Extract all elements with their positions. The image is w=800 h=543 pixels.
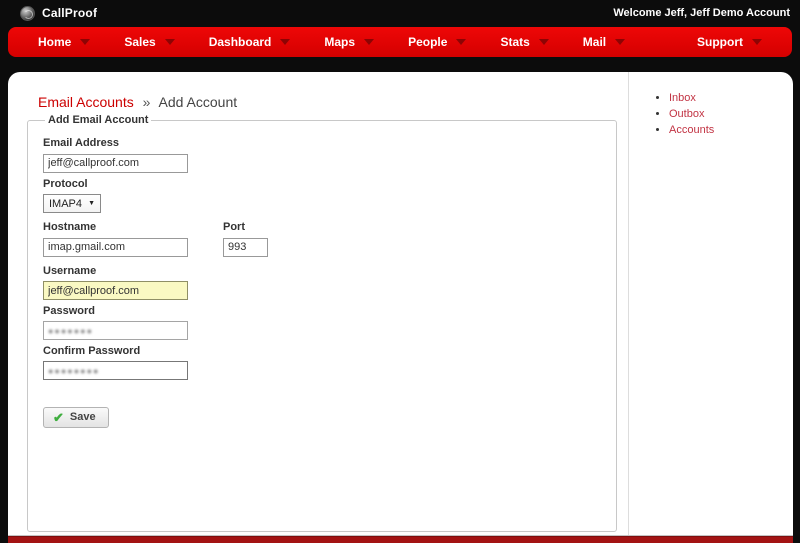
nav-item-mail[interactable]: Mail (582, 35, 626, 49)
welcome-user-text: Welcome Jeff, Jeff Demo Account (613, 7, 790, 19)
nav-item-label: Maps (324, 35, 356, 49)
breadcrumb: Email Accounts » Add Account (38, 94, 628, 110)
chevron-down-icon (538, 39, 549, 45)
protocol-field-group: Protocol IMAP4 ▼ (43, 177, 601, 213)
nav-item-label: Stats (500, 35, 530, 49)
list-item: Accounts (669, 124, 793, 136)
breadcrumb-separator: » (142, 94, 151, 110)
form-legend: Add Email Account (48, 114, 149, 126)
confirm-password-field-group: Confirm Password ●●●●●●●● (43, 345, 601, 380)
username-label: Username (43, 264, 97, 277)
password-field-group: Password ●●●●●●● (43, 305, 601, 340)
sidebar-link-list: Inbox Outbox Accounts (651, 92, 793, 136)
footer-red-bar (8, 536, 793, 543)
callproof-logo-icon (20, 5, 35, 21)
chevron-down-icon (364, 39, 375, 45)
port-field-group: Port (223, 218, 268, 257)
username-input[interactable] (43, 281, 188, 300)
protocol-label: Protocol (43, 177, 88, 190)
email-address-label: Email Address (43, 137, 120, 149)
nav-item-people[interactable]: People (408, 35, 467, 49)
chevron-down-icon (615, 39, 626, 45)
mail-sidebar: Inbox Outbox Accounts (629, 72, 793, 535)
protocol-selected-value: IMAP4 (49, 197, 83, 210)
hostname-label: Hostname (43, 221, 97, 233)
brand-name: CallProof (42, 6, 98, 20)
sidebar-item-inbox[interactable]: Inbox (669, 92, 696, 104)
port-input[interactable] (223, 237, 268, 257)
password-label: Password (43, 305, 95, 317)
breadcrumb-email-accounts-link[interactable]: Email Accounts (38, 94, 134, 110)
sidebar-item-accounts[interactable]: Accounts (669, 124, 714, 136)
select-caret-icon: ▼ (88, 200, 95, 207)
confirm-password-label: Confirm Password (43, 345, 141, 357)
content-area: Email Accounts » Add Account Add Email A… (8, 72, 793, 536)
email-address-input[interactable] (43, 153, 188, 173)
save-button[interactable]: ✔ Save (43, 407, 109, 428)
nav-item-stats[interactable]: Stats (500, 35, 549, 49)
chevron-down-icon (752, 39, 762, 45)
sidebar-item-outbox[interactable]: Outbox (669, 108, 704, 120)
port-label: Port (223, 221, 245, 233)
nav-item-label: Support (697, 35, 743, 49)
email-address-field-group: Email Address (43, 137, 601, 173)
top-header-bar: CallProof Welcome Jeff, Jeff Demo Accoun… (0, 0, 800, 26)
hostname-field-group: Hostname (43, 218, 223, 257)
nav-item-dashboard[interactable]: Dashboard (209, 35, 291, 49)
list-item: Inbox (669, 92, 793, 104)
hostname-port-row: Hostname Port (43, 218, 601, 262)
nav-item-label: Mail (582, 35, 607, 49)
checkmark-icon: ✔ (53, 409, 64, 425)
main-navbar: Home Sales Dashboard Maps People Stats M… (8, 27, 792, 57)
nav-item-label: Home (38, 35, 72, 49)
chevron-down-icon (456, 39, 467, 45)
hostname-input[interactable] (43, 237, 188, 257)
main-column: Email Accounts » Add Account Add Email A… (8, 72, 629, 535)
nav-item-sales[interactable]: Sales (124, 35, 175, 49)
nav-item-label: Dashboard (208, 35, 272, 49)
add-email-account-form: Add Email Account Email Address Protocol… (27, 114, 617, 532)
chevron-down-icon (80, 39, 91, 45)
username-field-group: Username (43, 264, 601, 300)
nav-item-support[interactable]: Support (697, 35, 762, 49)
nav-item-label: People (408, 35, 448, 49)
nav-item-label: Sales (124, 35, 156, 49)
protocol-select[interactable]: IMAP4 ▼ (43, 194, 101, 213)
password-masked-value: ●●●●●●● (48, 325, 94, 336)
chevron-down-icon (280, 39, 291, 45)
save-button-label: Save (69, 411, 96, 423)
confirm-password-input[interactable]: ●●●●●●●● (43, 361, 188, 380)
nav-item-home[interactable]: Home (38, 35, 91, 49)
confirm-password-masked-value: ●●●●●●●● (48, 365, 100, 376)
password-input[interactable]: ●●●●●●● (43, 321, 188, 340)
breadcrumb-current: Add Account (158, 94, 238, 110)
chevron-down-icon (164, 39, 175, 45)
nav-item-maps[interactable]: Maps (324, 35, 375, 49)
list-item: Outbox (669, 108, 793, 120)
